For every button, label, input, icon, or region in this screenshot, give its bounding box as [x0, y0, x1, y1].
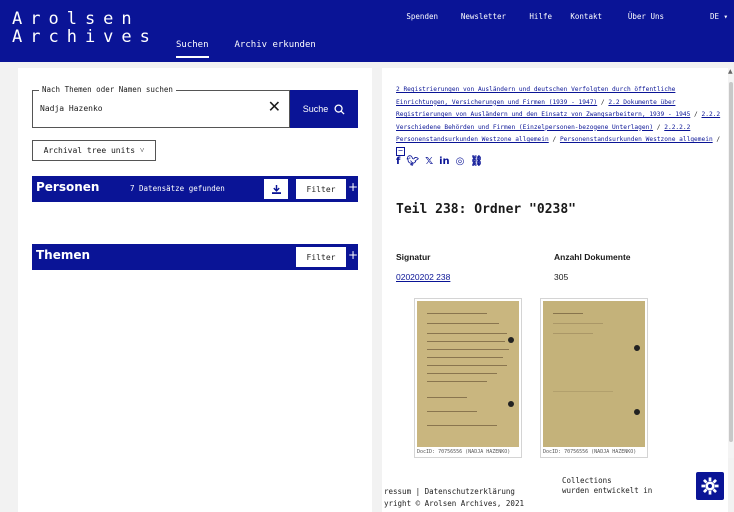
scrollbar-thumb[interactable]	[729, 82, 733, 442]
chevron-down-icon: ˅	[139, 146, 145, 155]
themen-title: Themen	[36, 248, 91, 262]
document-scan-image	[417, 301, 519, 447]
personen-filter-button[interactable]: Filter	[296, 179, 346, 199]
themen-bar[interactable]: Themen Filter +	[32, 244, 358, 270]
breadcrumb-item[interactable]: Personenstandsurkunden Westzone allgemei…	[560, 136, 713, 143]
search-icon	[334, 103, 345, 115]
linkedin-icon[interactable]: in	[439, 156, 450, 167]
personen-bar[interactable]: Personen 7 Datensätze gefunden Filter +	[32, 176, 358, 202]
footer-links: ressum | Datenschutzerklärung yright © A…	[384, 486, 524, 510]
expand-plus-icon[interactable]: +	[348, 180, 358, 194]
personen-title: Personen	[36, 180, 100, 194]
download-button[interactable]	[264, 179, 288, 199]
logo-line-1: Arolsen	[12, 9, 140, 29]
document-thumbnail[interactable]: DocID: 70756556 (NADJA HAZENKO)	[540, 298, 648, 458]
twitter-icon[interactable]: 🐦︎	[406, 156, 419, 167]
search-button[interactable]: Suche	[290, 90, 358, 128]
document-scan-image	[543, 301, 645, 447]
nav-archiv-erkunden[interactable]: Archiv erkunden	[235, 40, 316, 58]
themen-filter-button[interactable]: Filter	[296, 247, 346, 267]
logo-line-2: Archives	[12, 27, 158, 47]
record-title: Teil 238: Ordner "0238"	[396, 202, 577, 217]
nav-newsletter[interactable]: Newsletter	[461, 12, 506, 21]
language-select[interactable]: DE ▾	[710, 12, 728, 21]
footer-copyright: yright © Arolsen Archives, 2021	[384, 499, 524, 508]
x-icon[interactable]: 𝕏	[425, 156, 433, 167]
record-detail-panel: 2 Registrierungen von Ausländern und deu…	[382, 68, 728, 512]
archival-tree-units-dropdown[interactable]: Archival tree units ˅	[32, 140, 156, 161]
whatsapp-icon[interactable]: ◎	[456, 156, 465, 167]
collapse-icon[interactable]: −	[396, 147, 405, 156]
document-caption: DocID: 70756556 (NADJA HAZENKO)	[417, 449, 511, 455]
download-icon	[271, 184, 281, 194]
nav-ueber-uns[interactable]: Über Uns	[628, 12, 664, 21]
search-button-label: Suche	[302, 104, 329, 114]
search-panel: Nach Themen oder Namen suchen Nadja Haze…	[18, 68, 372, 512]
footer-collections-line: Collections	[562, 476, 612, 485]
breadcrumb: 2 Registrierungen von Ausländern und deu…	[396, 86, 721, 156]
nav-hilfe[interactable]: Hilfe	[529, 12, 552, 21]
main-nav: Suchen Archiv erkunden	[176, 40, 316, 58]
footer-collections: Collections wurden entwickelt in	[562, 476, 652, 496]
facebook-icon[interactable]: f	[396, 156, 400, 167]
tree-units-label: Archival tree units	[43, 146, 136, 155]
share-icons: f 🐦︎ 𝕏 in ◎ ⛓︎	[396, 156, 483, 167]
search-value: Nadja Hazenko	[40, 104, 103, 113]
anzahl-label: Anzahl Dokumente	[554, 252, 631, 262]
search-input[interactable]: Nach Themen oder Namen suchen Nadja Haze…	[32, 85, 290, 128]
clear-icon[interactable]: ✕	[268, 99, 281, 115]
scroll-up-icon[interactable]: ▲	[728, 68, 733, 75]
footer-developed-line: wurden entwickelt in	[562, 486, 653, 495]
document-caption: DocID: 70756556 (NADJA HAZENKO)	[543, 449, 637, 455]
personen-count: 7 Datensätze gefunden	[130, 184, 225, 193]
caret-down-icon: ▾	[723, 12, 728, 21]
language-label: DE	[709, 12, 719, 21]
scrollbar[interactable]: ▲	[728, 68, 734, 458]
signatur-link[interactable]: 02020202 238	[396, 272, 450, 282]
search-legend: Nach Themen oder Namen suchen	[39, 85, 176, 94]
settings-button[interactable]	[696, 472, 724, 500]
site-header: Arolsen Archives Suchen Archiv erkunden …	[0, 0, 734, 62]
link-icon[interactable]: ⛓︎	[470, 156, 483, 167]
gear-icon	[701, 477, 719, 495]
nav-suchen[interactable]: Suchen	[176, 40, 209, 58]
arolsen-logo[interactable]: Arolsen Archives	[12, 10, 158, 46]
signatur-label: Signatur	[396, 252, 431, 262]
expand-plus-icon[interactable]: +	[348, 248, 358, 262]
nav-kontakt[interactable]: Kontakt	[570, 12, 602, 21]
anzahl-value: 305	[554, 272, 569, 282]
nav-spenden[interactable]: Spenden	[406, 12, 438, 21]
document-thumbnail[interactable]: DocID: 70756556 (NADJA HAZENKO)	[414, 298, 522, 458]
footer-impressum-line[interactable]: ressum | Datenschutzerklärung	[384, 486, 524, 498]
